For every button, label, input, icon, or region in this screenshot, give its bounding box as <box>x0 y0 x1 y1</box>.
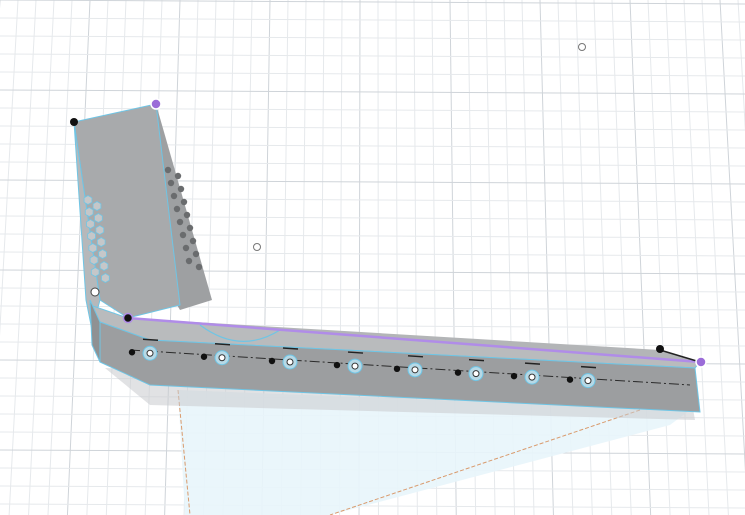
constraint-marker <box>580 365 597 369</box>
back-wall-hole <box>185 257 193 265</box>
hex-hole <box>87 231 96 241</box>
hex-hole <box>94 213 103 223</box>
construction-point[interactable] <box>351 362 359 370</box>
hex-hole <box>88 243 98 253</box>
back-wall-hole <box>179 231 187 239</box>
selected-point-end[interactable] <box>695 356 707 368</box>
hex-hole <box>99 261 109 271</box>
construction-point[interactable] <box>146 349 154 357</box>
sketch-point[interactable] <box>510 372 518 380</box>
sketch-point[interactable] <box>393 365 401 373</box>
hex-hole <box>98 249 107 259</box>
back-wall-hole <box>164 166 172 174</box>
model-scene[interactable] <box>0 0 745 515</box>
hex-hole <box>86 219 95 229</box>
construction-point[interactable] <box>472 370 480 378</box>
back-wall-hole <box>176 218 184 226</box>
construction-point-upright[interactable] <box>90 287 100 297</box>
hex-hole <box>101 273 110 283</box>
construction-point[interactable] <box>411 366 419 374</box>
back-wall-hole <box>189 237 197 245</box>
back-wall-hole <box>173 205 181 213</box>
sketch-point[interactable] <box>200 353 208 360</box>
sketch-point[interactable] <box>454 369 462 376</box>
back-wall-hole <box>195 263 203 271</box>
hex-hole <box>92 201 102 211</box>
design-viewport[interactable] <box>0 0 745 515</box>
sketch-point-corner[interactable] <box>122 312 134 324</box>
construction-point-floating-1[interactable] <box>578 43 586 51</box>
back-wall-hole <box>182 244 190 252</box>
sketch-point[interactable] <box>333 361 341 369</box>
back-wall-hole <box>180 198 188 206</box>
back-wall-hole <box>186 224 194 232</box>
sketch-point-end[interactable] <box>656 345 664 353</box>
sketch-point-top-left[interactable] <box>70 118 78 126</box>
construction-point[interactable] <box>286 358 294 366</box>
hex-hole <box>84 207 94 217</box>
hex-hole <box>96 237 106 247</box>
constraint-marker <box>524 362 541 365</box>
back-wall-hole <box>192 250 200 258</box>
sketch-point[interactable] <box>268 357 276 365</box>
constraint-marker <box>142 338 159 341</box>
constraint-marker <box>468 358 485 362</box>
construction-point[interactable] <box>218 354 226 362</box>
constraint-marker <box>347 351 364 354</box>
sketch-point[interactable] <box>128 349 136 356</box>
selected-point-top[interactable] <box>150 98 162 110</box>
construction-point-floating-2[interactable] <box>253 243 261 251</box>
sketch-point[interactable] <box>566 376 574 383</box>
constraint-marker <box>282 347 299 350</box>
construction-point[interactable] <box>528 373 536 381</box>
back-wall-hole <box>170 192 178 200</box>
hex-hole <box>83 195 93 205</box>
constraint-marker <box>214 343 231 346</box>
constraint-marker <box>407 355 424 358</box>
hex-hole <box>89 255 99 265</box>
hex-hole <box>95 225 105 235</box>
hex-hole <box>90 267 100 277</box>
back-wall-hole <box>183 211 191 219</box>
back-wall-hole <box>174 172 182 180</box>
back-wall-hole <box>177 185 185 193</box>
construction-point[interactable] <box>584 377 592 385</box>
back-wall-hole <box>167 179 175 187</box>
